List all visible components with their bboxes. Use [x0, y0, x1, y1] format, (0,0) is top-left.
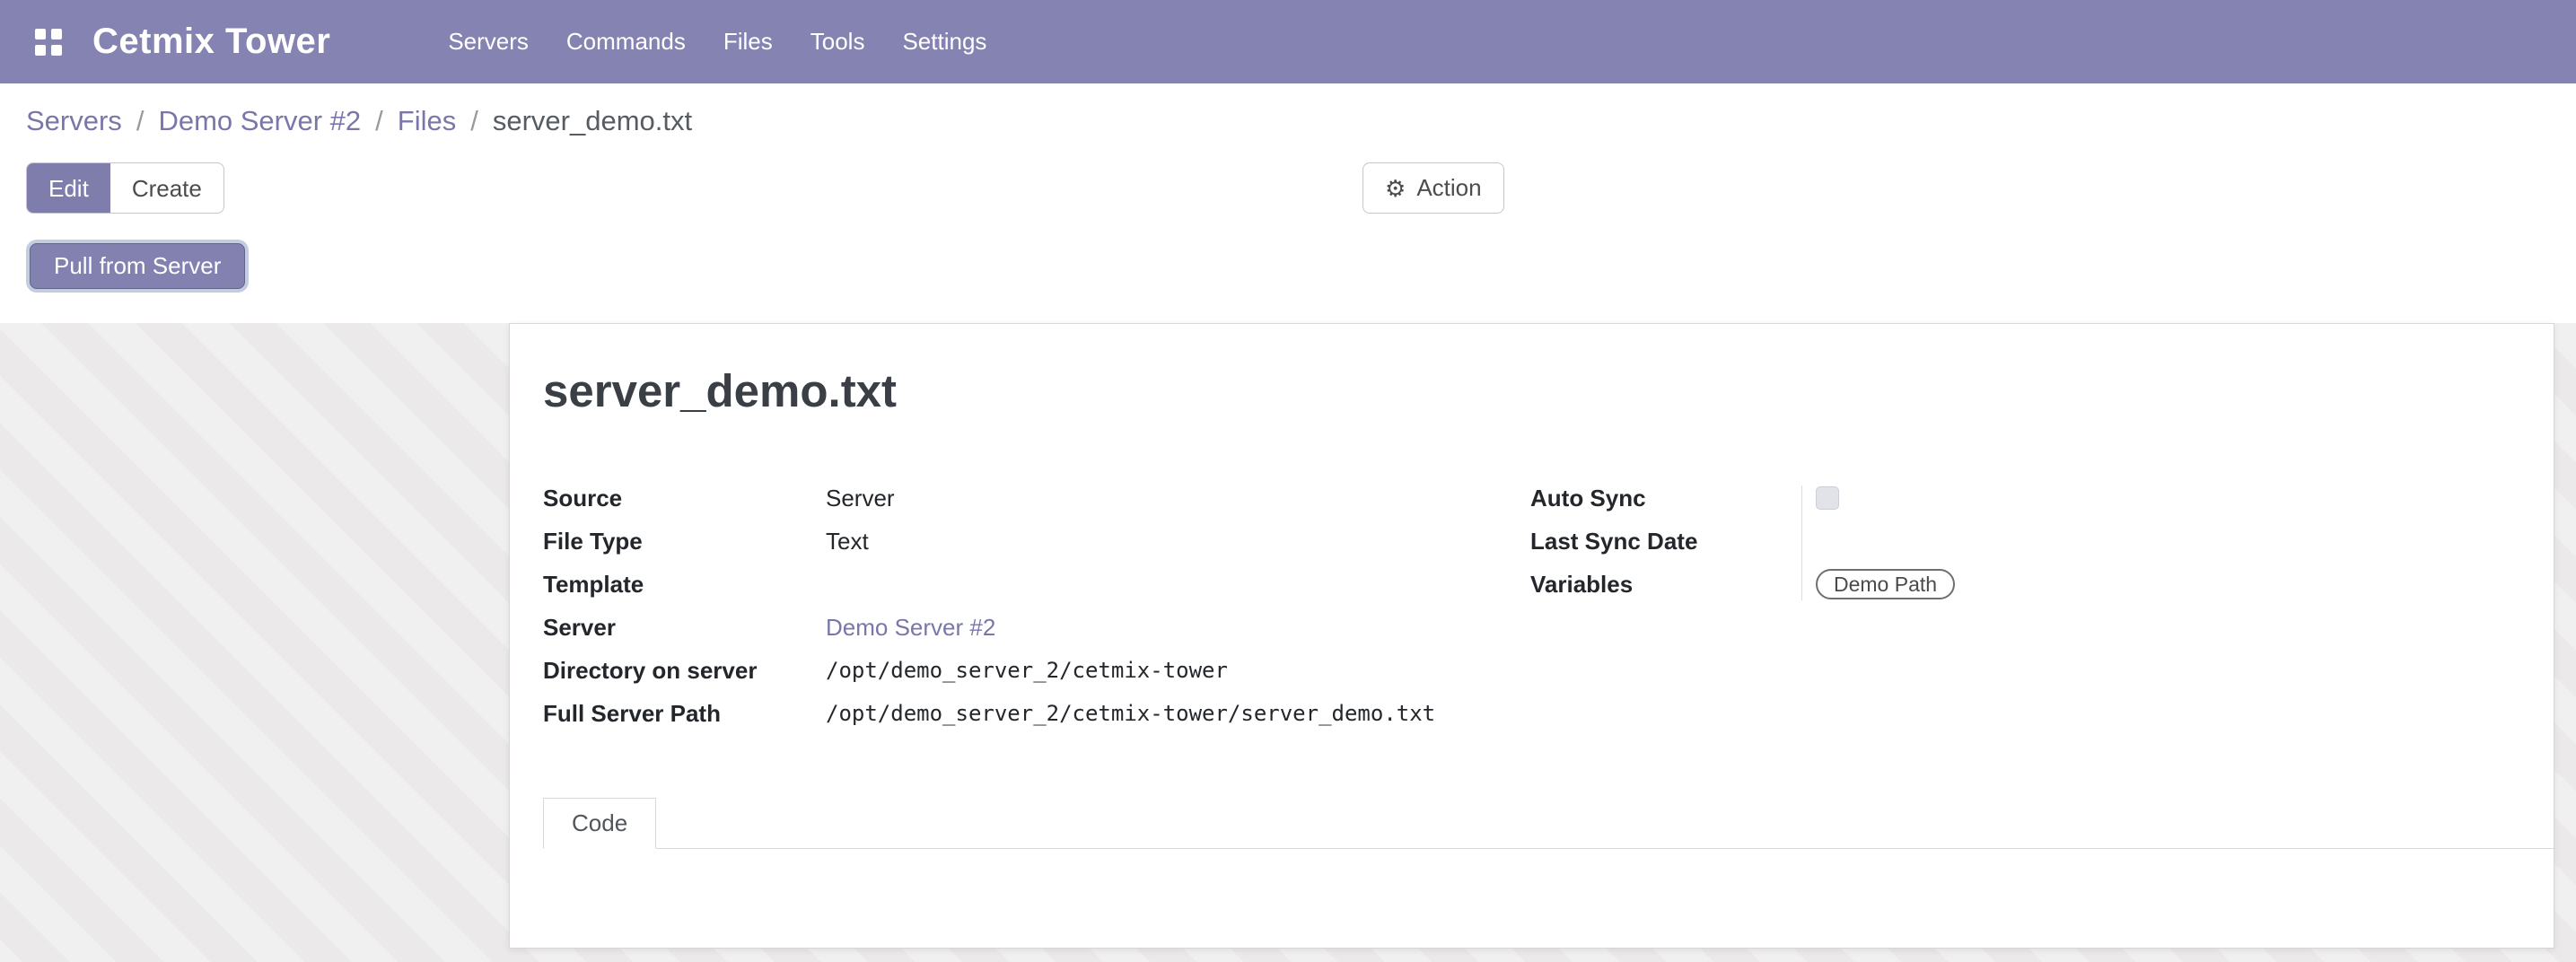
field-value-server-link[interactable]: Demo Server #2 [826, 614, 995, 641]
apps-menu-button[interactable] [26, 20, 71, 65]
field-label-directory: Directory on server [543, 657, 826, 684]
apps-grid-icon [35, 29, 62, 56]
pull-from-server-button[interactable]: Pull from Server [30, 243, 245, 289]
field-value-source: Server [826, 485, 895, 512]
record-title: server_demo.txt [543, 366, 2520, 416]
field-group-right: Auto Sync Last Sync Date Variables Demo … [1530, 477, 2374, 735]
breadcrumb-demo-server[interactable]: Demo Server #2 [158, 105, 361, 137]
code-tab-content [543, 849, 2554, 948]
main-menu: Servers Commands Files Tools Settings [429, 0, 1005, 83]
menu-files[interactable]: Files [705, 0, 792, 83]
app-brand[interactable]: Cetmix Tower [92, 22, 330, 62]
field-label-server: Server [543, 614, 826, 641]
top-navbar: Cetmix Tower Servers Commands Files Tool… [0, 0, 2576, 83]
edit-create-button-group: Edit Create [26, 162, 224, 214]
field-label-file-type: File Type [543, 528, 826, 555]
group-divider [1801, 485, 1802, 600]
create-button[interactable]: Create [110, 163, 223, 214]
breadcrumb: Servers / Demo Server #2 / Files / serve… [26, 83, 2550, 137]
content-area: server_demo.txt Source Server File Type … [0, 323, 2576, 962]
field-group-left: Source Server File Type Text Template Se… [543, 477, 1530, 735]
field-label-variables: Variables [1530, 571, 1816, 598]
breadcrumb-current: server_demo.txt [493, 105, 692, 137]
field-value-full-path: /opt/demo_server_2/cetmix-tower/server_d… [826, 700, 1435, 727]
notebook: Code [543, 798, 2554, 948]
menu-settings[interactable]: Settings [883, 0, 1005, 83]
field-label-template: Template [543, 571, 826, 598]
action-label: Action [1416, 174, 1481, 202]
control-panel: Servers / Demo Server #2 / Files / serve… [0, 83, 2576, 299]
breadcrumb-separator: / [470, 105, 478, 137]
gear-icon: ⚙ [1385, 177, 1406, 200]
auto-sync-checkbox[interactable] [1816, 486, 1839, 510]
notebook-tabs: Code [543, 798, 2554, 849]
field-groups: Source Server File Type Text Template Se… [543, 477, 2520, 735]
field-row-full-path: Full Server Path /opt/demo_server_2/cetm… [543, 692, 1530, 735]
app-window: Cetmix Tower Servers Commands Files Tool… [0, 0, 2576, 962]
breadcrumb-files[interactable]: Files [398, 105, 456, 137]
field-row-server: Server Demo Server #2 [543, 606, 1530, 649]
field-label-last-sync-date: Last Sync Date [1530, 528, 1816, 555]
breadcrumb-separator: / [136, 105, 145, 137]
variable-tag-demo-path: Demo Path [1816, 569, 1955, 599]
field-label-source: Source [543, 485, 826, 512]
tab-code[interactable]: Code [543, 798, 656, 849]
menu-servers[interactable]: Servers [429, 0, 548, 83]
breadcrumb-separator: / [375, 105, 383, 137]
field-row-variables: Variables Demo Path [1530, 563, 2374, 606]
field-label-auto-sync: Auto Sync [1530, 485, 1816, 512]
field-row-last-sync-date: Last Sync Date [1530, 520, 2374, 563]
menu-tools[interactable]: Tools [792, 0, 884, 83]
form-header-buttons: Pull from Server [26, 243, 2550, 289]
control-panel-buttons: Edit Create ⚙ Action [26, 162, 2550, 214]
field-row-directory: Directory on server /opt/demo_server_2/c… [543, 649, 1530, 692]
action-menu-button[interactable]: ⚙ Action [1362, 162, 1504, 214]
field-row-file-type: File Type Text [543, 520, 1530, 563]
field-label-full-path: Full Server Path [543, 700, 826, 727]
field-value-directory: /opt/demo_server_2/cetmix-tower [826, 657, 1228, 684]
edit-button[interactable]: Edit [27, 163, 110, 214]
field-row-source: Source Server [543, 477, 1530, 520]
menu-commands[interactable]: Commands [548, 0, 705, 83]
form-sheet: server_demo.txt Source Server File Type … [509, 323, 2554, 949]
field-value-file-type: Text [826, 528, 869, 555]
field-row-template: Template [543, 563, 1530, 606]
field-row-auto-sync: Auto Sync [1530, 477, 2374, 520]
breadcrumb-servers[interactable]: Servers [26, 105, 122, 137]
